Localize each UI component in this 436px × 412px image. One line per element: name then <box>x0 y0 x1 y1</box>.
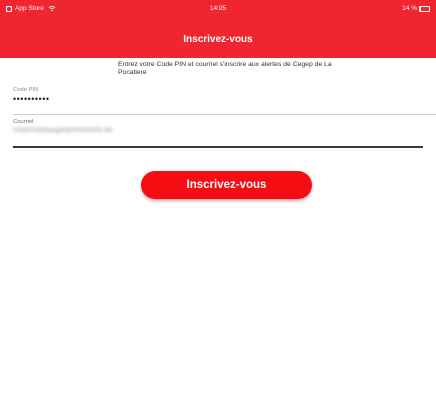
header-bar: App Store 14:05 14 % Inscrivez-vous <box>0 0 436 58</box>
subscribe-button[interactable]: Inscrivez-vous <box>141 171 312 199</box>
pin-field[interactable]: Code PIN •••••••••• <box>0 86 436 116</box>
pin-input[interactable]: •••••••••• <box>13 94 50 104</box>
battery-status: 14 % <box>402 5 430 12</box>
email-divider <box>13 146 423 148</box>
email-input[interactable]: hhbbhhbbbaagddphhhbhhhb.bb <box>13 127 112 134</box>
email-label: Courriel <box>13 119 34 125</box>
pin-divider <box>13 114 436 115</box>
pin-label: Code PIN <box>13 87 39 93</box>
battery-icon <box>419 5 430 12</box>
instructions-text: Entrez votre Code PIN et courriel s'insc… <box>118 61 332 76</box>
status-bar: App Store 14:05 14 % <box>0 0 436 18</box>
email-field[interactable]: Courriel hhbbhhbbbaagddphhhbhhhb.bb <box>0 117 436 149</box>
page-title: Inscrivez-vous <box>183 34 253 45</box>
battery-percent: 14 % <box>402 5 417 12</box>
status-time: 14:05 <box>209 5 227 12</box>
